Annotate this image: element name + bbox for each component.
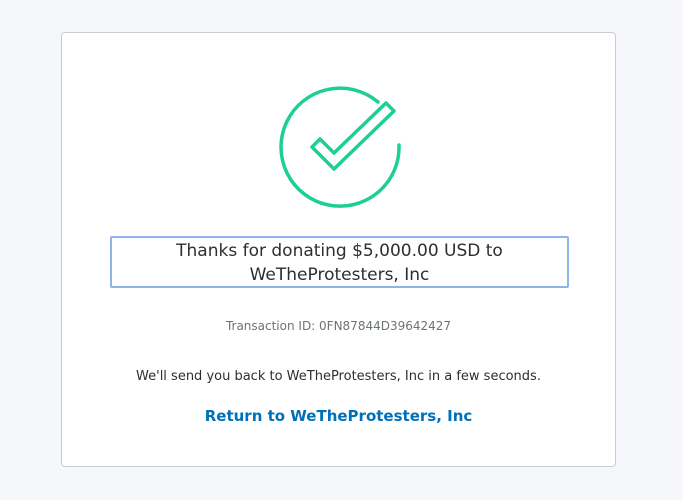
headline-line-1: Thanks for donating $5,000.00 USD to	[176, 241, 503, 261]
checkmark-circle-icon	[276, 81, 404, 209]
confirmation-card: Thanks for donating $5,000.00 USD to WeT…	[61, 32, 616, 467]
transaction-id: Transaction ID: 0FN87844D39642427	[225, 319, 452, 333]
donation-headline: Thanks for donating $5,000.00 USD to WeT…	[110, 236, 569, 288]
redirect-message: We'll send you back to WeTheProtesters, …	[136, 369, 541, 384]
headline-line-2: WeTheProtesters, Inc	[249, 265, 430, 285]
return-to-merchant-link[interactable]: Return to WeTheProtesters, Inc	[62, 407, 615, 425]
